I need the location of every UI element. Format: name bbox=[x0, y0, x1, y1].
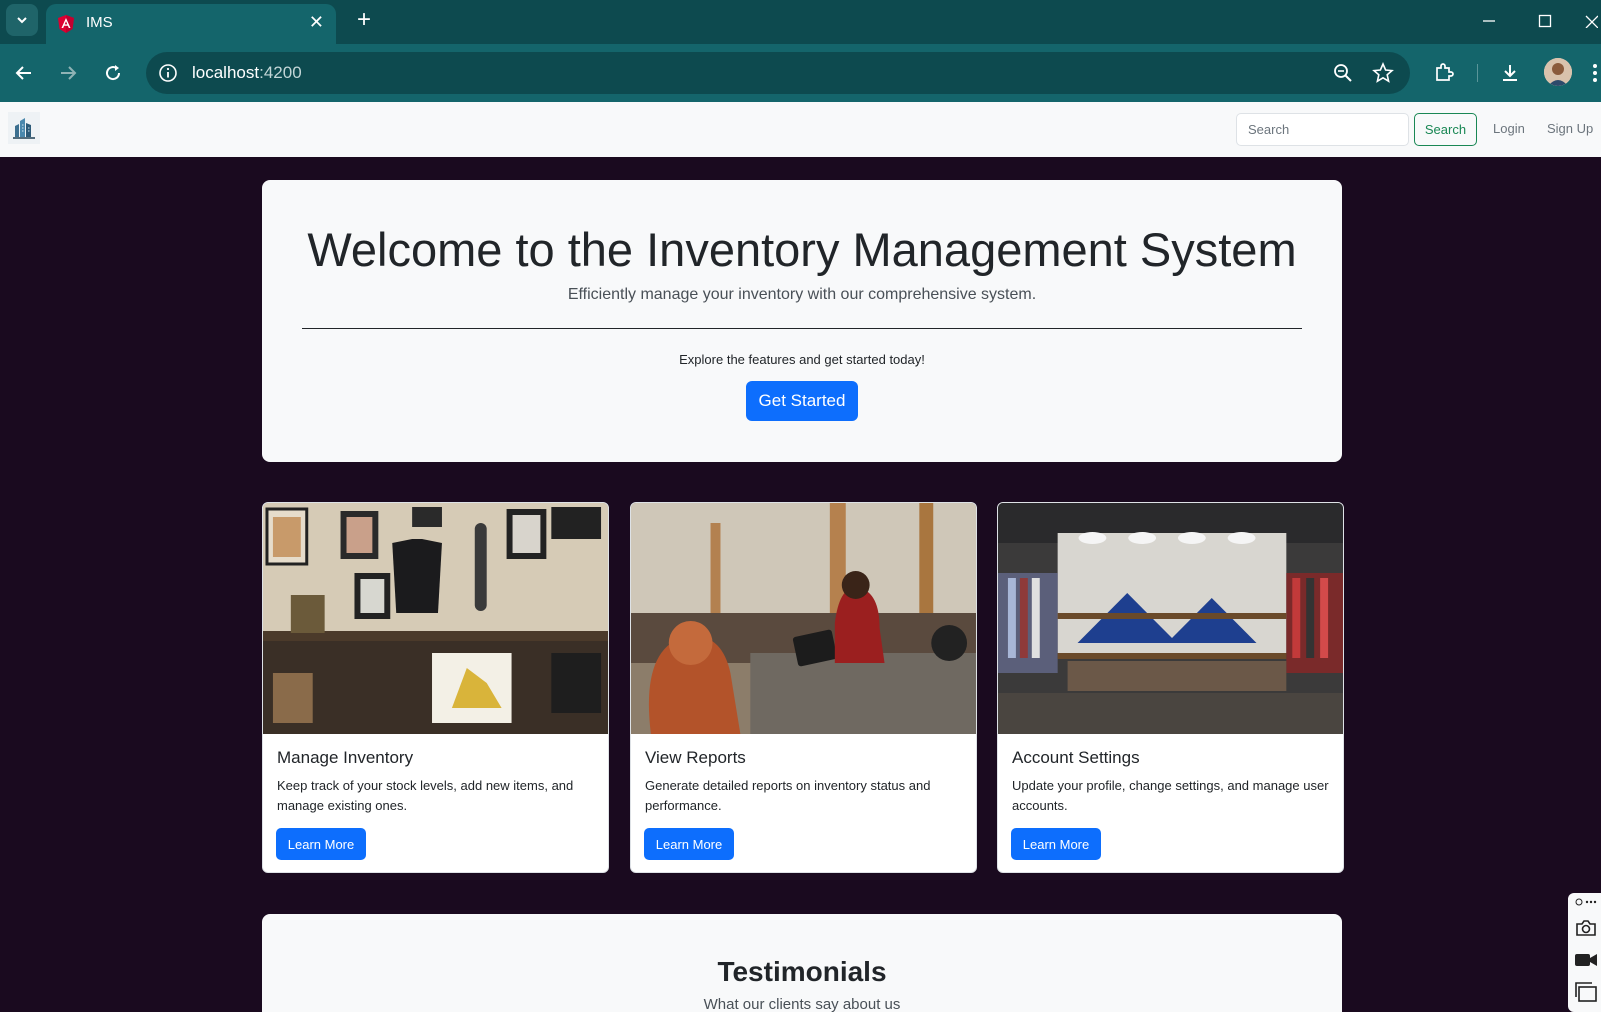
hero-text: Explore the features and get started tod… bbox=[679, 352, 925, 367]
extensions-icon[interactable] bbox=[1430, 59, 1458, 87]
signup-link[interactable]: Sign Up bbox=[1547, 121, 1593, 136]
testimonials-section: Testimonials What our clients say about … bbox=[262, 914, 1342, 1012]
video-icon[interactable] bbox=[1574, 949, 1598, 971]
search-button[interactable]: Search bbox=[1414, 113, 1477, 146]
maximize-icon[interactable] bbox=[1530, 8, 1560, 34]
card-title: Account Settings bbox=[1012, 748, 1140, 767]
url-port: :4200 bbox=[259, 63, 302, 82]
card-account-settings: Account Settings Update your profile, ch… bbox=[997, 502, 1344, 873]
toolbar-divider bbox=[1477, 64, 1478, 82]
tool-options-icon[interactable] bbox=[1574, 895, 1598, 909]
close-window-icon[interactable] bbox=[1580, 8, 1601, 34]
zoom-icon[interactable] bbox=[1332, 62, 1354, 84]
minimize-icon[interactable] bbox=[1474, 8, 1504, 34]
get-started-button[interactable]: Get Started bbox=[746, 381, 858, 421]
app-navbar: Search Login Sign Up bbox=[0, 102, 1601, 157]
card-text: Keep track of your stock levels, add new… bbox=[277, 778, 574, 813]
tab-title: IMS bbox=[86, 14, 113, 31]
card-manage-inventory: Manage Inventory Keep track of your stoc… bbox=[262, 502, 609, 873]
menu-dots-icon[interactable] bbox=[1588, 59, 1601, 87]
bookmark-star-icon[interactable] bbox=[1372, 62, 1394, 84]
tab-search-button[interactable] bbox=[6, 4, 38, 36]
browser-tab[interactable]: IMS ✕ bbox=[46, 4, 336, 44]
angular-icon bbox=[58, 15, 74, 33]
card-image bbox=[263, 503, 608, 734]
floating-tools-panel bbox=[1568, 893, 1601, 1012]
hero-divider bbox=[302, 328, 1302, 329]
brand-logo-icon[interactable] bbox=[8, 112, 40, 144]
forward-icon[interactable] bbox=[54, 59, 82, 87]
card-text: Generate detailed reports on inventory s… bbox=[645, 778, 931, 813]
download-icon[interactable] bbox=[1496, 59, 1524, 87]
search-input[interactable] bbox=[1236, 113, 1409, 146]
new-tab-icon[interactable]: + bbox=[350, 6, 378, 34]
card-title: Manage Inventory bbox=[277, 748, 414, 767]
site-info-icon[interactable] bbox=[158, 63, 178, 83]
browser-toolbar: localhost:4200 bbox=[0, 44, 1601, 102]
card-view-reports: View Reports Generate detailed reports o… bbox=[630, 502, 977, 873]
learn-more-button[interactable]: Learn More bbox=[644, 828, 734, 860]
hero-title: Welcome to the Inventory Management Syst… bbox=[307, 223, 1297, 276]
chevron-down-icon bbox=[17, 17, 27, 24]
learn-more-button[interactable]: Learn More bbox=[276, 828, 366, 860]
window-capture-icon[interactable] bbox=[1574, 981, 1598, 1003]
card-image bbox=[998, 503, 1343, 734]
card-title: View Reports bbox=[645, 748, 746, 767]
browser-tabstrip: IMS ✕ + bbox=[0, 0, 1601, 44]
card-text: Update your profile, change settings, an… bbox=[1012, 778, 1329, 813]
hero-section: Welcome to the Inventory Management Syst… bbox=[262, 180, 1342, 462]
back-icon[interactable] bbox=[10, 59, 38, 87]
login-link[interactable]: Login bbox=[1493, 121, 1525, 136]
camera-icon[interactable] bbox=[1574, 917, 1598, 939]
url-text: localhost:4200 bbox=[192, 63, 302, 83]
learn-more-button[interactable]: Learn More bbox=[1011, 828, 1101, 860]
card-image bbox=[631, 503, 976, 734]
profile-avatar[interactable] bbox=[1544, 58, 1572, 86]
url-host: localhost bbox=[192, 63, 260, 82]
hero-subtitle: Efficiently manage your inventory with o… bbox=[567, 286, 1037, 303]
reload-icon[interactable] bbox=[99, 59, 127, 87]
tab-close-icon[interactable]: ✕ bbox=[309, 12, 324, 33]
testimonials-title: Testimonials bbox=[717, 956, 887, 987]
address-bar[interactable]: localhost:4200 bbox=[146, 52, 1410, 94]
testimonials-subtitle: What our clients say about us bbox=[703, 996, 901, 1012]
